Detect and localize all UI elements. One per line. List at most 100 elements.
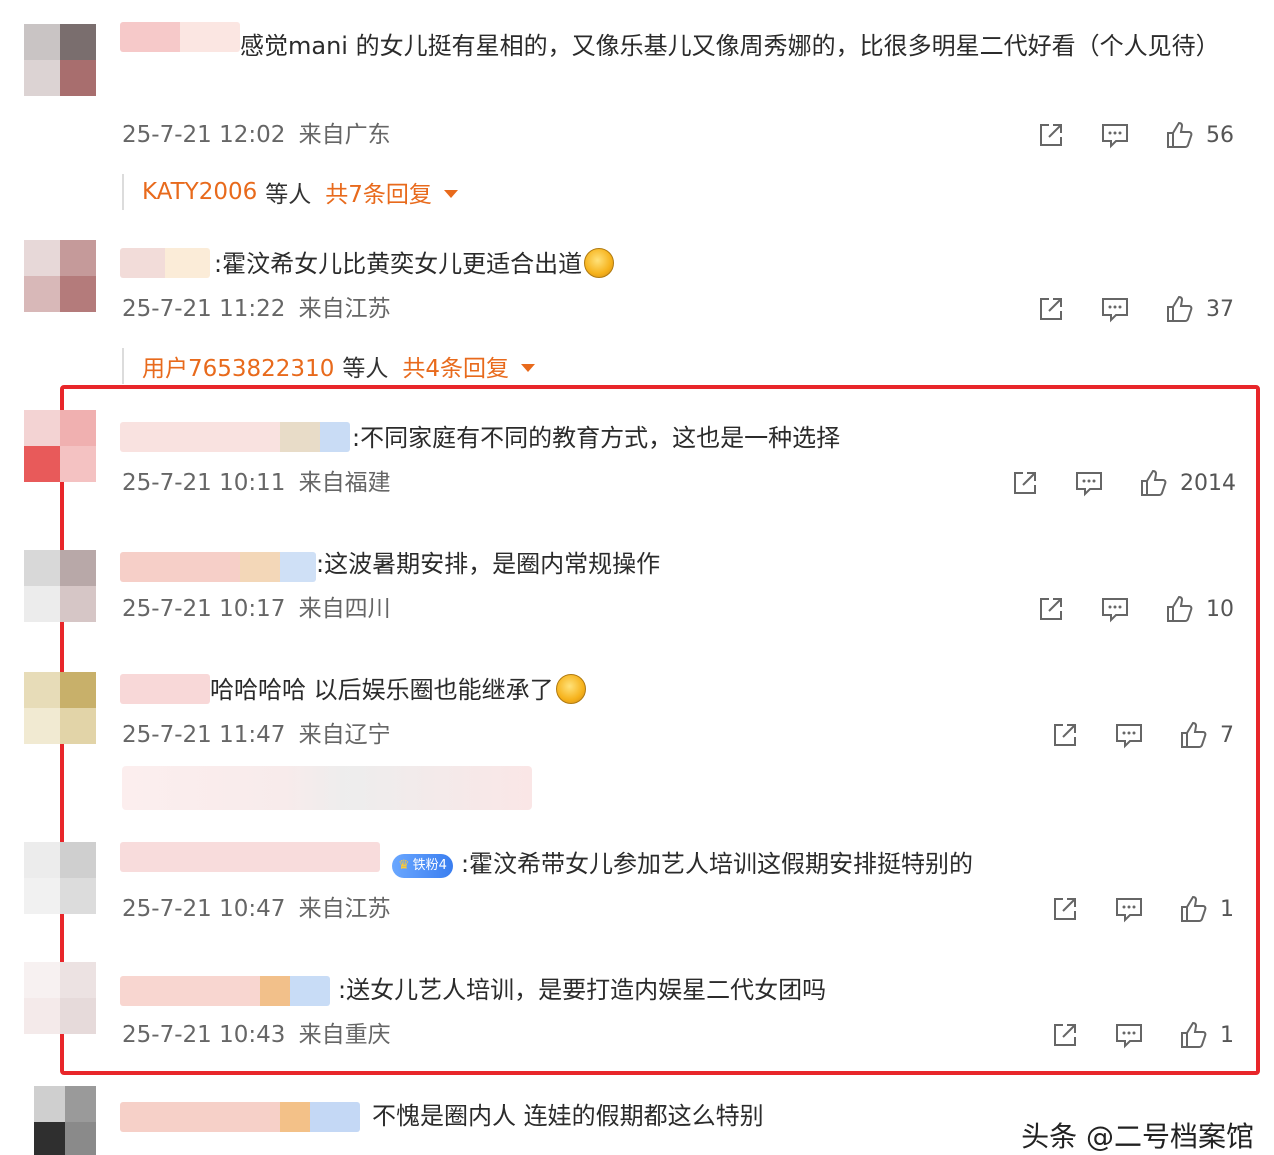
avatar[interactable] xyxy=(24,410,96,482)
comment-text: ♛ 铁粉4 :霍汶希带女儿参加艺人培训这假期安排挺特别的 xyxy=(392,842,973,886)
comment-location: 来自广东 xyxy=(298,122,391,148)
comment-text: :霍汶希女儿比黄奕女儿更适合出道 xyxy=(214,242,615,286)
reply-user[interactable]: 用户7653822310 xyxy=(142,349,334,383)
comment-meta: 25-7-21 10:17 来自四川 xyxy=(122,594,391,624)
thumbs-up-icon[interactable] xyxy=(1164,120,1194,150)
comment-text: 哈哈哈哈 以后娱乐圈也能继承了 xyxy=(210,668,586,712)
comment-time: 25-7-21 11:22 xyxy=(122,296,286,322)
comment-location: 来自江苏 xyxy=(298,296,391,322)
comment-meta: 25-7-21 10:43 来自重庆 xyxy=(122,1020,391,1050)
crown-icon: ♛ xyxy=(398,858,410,873)
comment-icon[interactable] xyxy=(1100,294,1130,324)
avatar[interactable] xyxy=(24,240,96,312)
share-icon[interactable] xyxy=(1036,594,1066,624)
comment-text-content: :霍汶希女儿比黄奕女儿更适合出道 xyxy=(214,250,583,278)
username-blurred[interactable] xyxy=(120,422,350,452)
thumbs-up-icon[interactable] xyxy=(1164,594,1194,624)
comment-meta: 25-7-21 11:22 来自江苏 xyxy=(122,294,391,324)
reply-summary[interactable]: 用户7653822310 等人 共4条回复 xyxy=(122,348,535,384)
reply-total[interactable]: 共4条回复 xyxy=(402,349,509,383)
share-icon[interactable] xyxy=(1050,894,1080,924)
caret-down-icon[interactable] xyxy=(443,190,458,198)
comment-meta: 25-7-21 12:02 来自广东 xyxy=(122,120,391,150)
comment-text-content: 哈哈哈哈 以后娱乐圈也能继承了 xyxy=(210,676,554,704)
comment-text: :这波暑期安排，是圈内常规操作 xyxy=(316,550,661,578)
laugh-cry-emoji-icon xyxy=(584,248,615,278)
blurred-reply xyxy=(122,766,532,810)
share-icon[interactable] xyxy=(1050,1020,1080,1050)
thumbs-up-icon[interactable] xyxy=(1178,720,1208,750)
comment-location: 来自辽宁 xyxy=(298,722,391,748)
laugh-cry-emoji-icon xyxy=(555,674,586,704)
comment-location: 来自四川 xyxy=(298,596,391,622)
username-blurred[interactable] xyxy=(120,674,210,704)
like-count: 2014 xyxy=(1180,470,1236,496)
reply-user[interactable]: KATY2006 xyxy=(142,179,257,205)
thumbs-up-icon[interactable] xyxy=(1178,1020,1208,1050)
share-icon[interactable] xyxy=(1050,720,1080,750)
avatar[interactable] xyxy=(24,24,96,96)
share-icon[interactable] xyxy=(1010,468,1040,498)
comment-time: 25-7-21 10:47 xyxy=(122,896,286,922)
comment-actions: 7 xyxy=(1050,718,1240,752)
reply-total[interactable]: 共7条回复 xyxy=(325,175,432,209)
comment-actions: 2014 xyxy=(1010,466,1236,500)
thumbs-up-icon[interactable] xyxy=(1164,294,1194,324)
like-count: 37 xyxy=(1206,296,1234,322)
avatar[interactable] xyxy=(24,672,96,744)
avatar[interactable] xyxy=(24,842,96,914)
comment-time: 25-7-21 10:11 xyxy=(122,470,286,496)
like-count: 10 xyxy=(1206,596,1234,622)
comment-actions: 1 xyxy=(1050,892,1240,926)
comment-text: 感觉mani 的女儿挺有星相的，又像乐基儿又像周秀娜的，比很多明星二代好看（个人… xyxy=(240,32,1220,60)
comment-actions: 56 xyxy=(1036,118,1234,152)
username-blurred[interactable] xyxy=(120,976,330,1006)
username-blurred[interactable] xyxy=(120,248,210,278)
reply-etc: 等人 xyxy=(265,182,312,208)
comment-icon[interactable] xyxy=(1100,594,1130,624)
like-count: 7 xyxy=(1220,722,1234,748)
thumbs-up-icon[interactable] xyxy=(1178,894,1208,924)
username-blurred[interactable] xyxy=(120,842,380,872)
comment-location: 来自重庆 xyxy=(298,1022,391,1048)
caret-down-icon[interactable] xyxy=(520,364,535,372)
comment-icon[interactable] xyxy=(1114,720,1144,750)
like-count: 1 xyxy=(1220,1022,1234,1048)
username-blurred[interactable] xyxy=(120,1102,360,1132)
comment-time: 25-7-21 10:17 xyxy=(122,596,286,622)
like-count: 1 xyxy=(1220,896,1234,922)
comment-location: 来自江苏 xyxy=(298,896,391,922)
avatar[interactable] xyxy=(24,962,96,1034)
comment-icon[interactable] xyxy=(1114,1020,1144,1050)
username-blurred[interactable] xyxy=(120,22,240,52)
comment-time: 25-7-21 12:02 xyxy=(122,122,286,148)
comment-icon[interactable] xyxy=(1114,894,1144,924)
comment-text-content: :霍汶希带女儿参加艺人培训这假期安排挺特别的 xyxy=(460,850,974,878)
avatar[interactable] xyxy=(24,1086,96,1155)
watermark: 头条 @二号档案馆 xyxy=(1021,1120,1254,1153)
comment-meta: 25-7-21 10:47 来自江苏 xyxy=(122,894,391,924)
username-blurred[interactable] xyxy=(120,552,316,582)
share-icon[interactable] xyxy=(1036,120,1066,150)
like-count: 56 xyxy=(1206,122,1234,148)
comment-text: :不同家庭有不同的教育方式，这也是一种选择 xyxy=(352,424,841,452)
comment-text: :送女儿艺人培训，是要打造内娱星二代女团吗 xyxy=(338,976,827,1004)
thumbs-up-icon[interactable] xyxy=(1138,468,1168,498)
comment-meta: 25-7-21 11:47 来自辽宁 xyxy=(122,720,391,750)
comment-actions: 37 xyxy=(1036,292,1234,326)
share-icon[interactable] xyxy=(1036,294,1066,324)
comment-location: 来自福建 xyxy=(298,470,391,496)
reply-etc: 等人 xyxy=(342,356,389,382)
comment-time: 25-7-21 11:47 xyxy=(122,722,286,748)
avatar[interactable] xyxy=(24,550,96,622)
comment-text: 不愧是圈内人 连娃的假期都这么特别 xyxy=(372,1102,764,1130)
comment-meta: 25-7-21 10:11 来自福建 xyxy=(122,468,391,498)
fan-badge-label: 铁粉4 xyxy=(412,858,447,873)
comment-time: 25-7-21 10:43 xyxy=(122,1022,286,1048)
comment-actions: 10 xyxy=(1036,592,1234,626)
comment-icon[interactable] xyxy=(1100,120,1130,150)
reply-summary[interactable]: KATY2006 等人 共7条回复 xyxy=(122,174,458,210)
comment-actions: 1 xyxy=(1050,1018,1240,1052)
comment-icon[interactable] xyxy=(1074,468,1104,498)
fan-badge: ♛ 铁粉4 xyxy=(392,854,453,878)
